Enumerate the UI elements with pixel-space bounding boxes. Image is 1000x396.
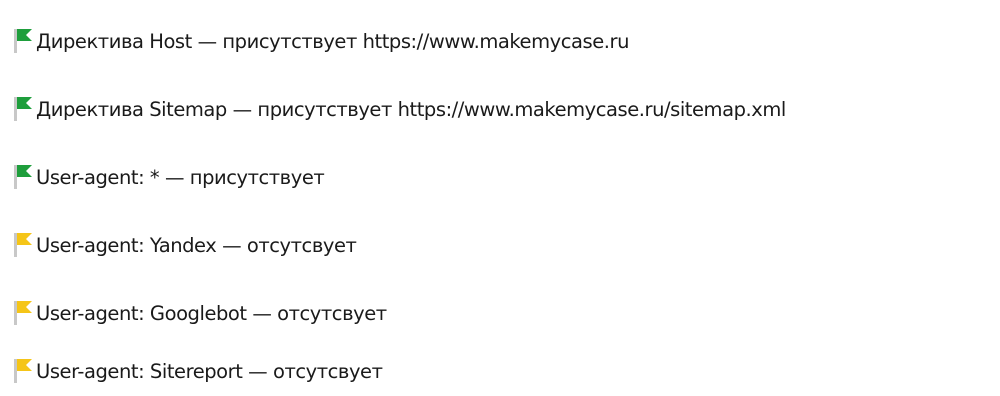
check-item-user-agent-yandex: User-agent: Yandex — отсутсвует xyxy=(12,212,997,280)
check-item-text: User-agent: Sitereport — отсутсвует xyxy=(36,360,383,383)
robots-checklist: Директива Host — присутствует https://ww… xyxy=(12,8,997,396)
check-item-user-agent-sitereport: User-agent: Sitereport — отсутсвует xyxy=(12,348,997,396)
check-item-text: User-agent: Yandex — отсутсвует xyxy=(36,234,357,257)
check-item-host: Директива Host — присутствует https://ww… xyxy=(12,8,997,76)
check-item-sitemap: Директива Sitemap — присутствует https:/… xyxy=(12,76,997,144)
check-item-text: Директива Sitemap — присутствует https:/… xyxy=(36,98,786,121)
check-item-text: User-agent: * — присутствует xyxy=(36,166,325,189)
green-flag-icon xyxy=(12,94,36,122)
yellow-flag-icon xyxy=(12,356,36,384)
yellow-flag-icon xyxy=(12,298,36,326)
check-item-user-agent-all: User-agent: * — присутствует xyxy=(12,144,997,212)
check-item-text: User-agent: Googlebot — отсутсвует xyxy=(36,302,387,325)
yellow-flag-icon xyxy=(12,230,36,258)
check-item-user-agent-googlebot: User-agent: Googlebot — отсутсвует xyxy=(12,280,997,348)
green-flag-icon xyxy=(12,162,36,190)
check-item-text: Директива Host — присутствует https://ww… xyxy=(36,30,629,53)
green-flag-icon xyxy=(12,26,36,54)
